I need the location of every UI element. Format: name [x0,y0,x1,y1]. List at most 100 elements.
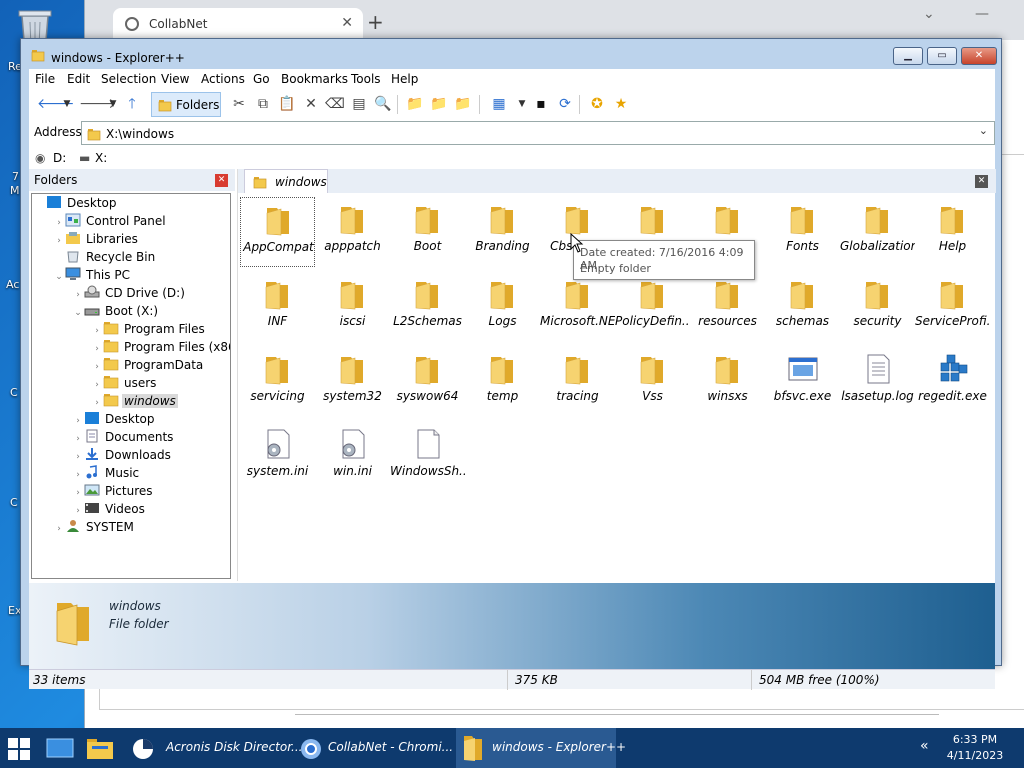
file-item[interactable]: L2Schemas [390,272,465,342]
menu-edit[interactable]: Edit [67,72,90,86]
file-item[interactable]: system32 [315,347,390,417]
task-view-icon[interactable] [46,738,74,758]
menu-selection[interactable]: Selection [101,72,156,86]
tree-item[interactable]: › Libraries [53,230,140,248]
file-item[interactable]: bfsvc.exe [765,347,840,417]
file-item[interactable]: Branding [465,197,540,267]
chrome-tab[interactable]: CollabNet ✕ [113,8,363,40]
windows-start-icon[interactable] [8,738,30,760]
file-item[interactable]: servicing [240,347,315,417]
move-to-icon[interactable]: 📁 [453,94,473,114]
file-item[interactable]: INF [240,272,315,342]
chevron-down-icon[interactable]: ⌄ [923,6,935,22]
tree-item[interactable]: › Videos [72,500,147,518]
file-item[interactable]: PolicyDefin... [615,272,690,342]
drive-x-button[interactable]: X: [95,151,107,165]
file-item[interactable]: win.ini [315,422,390,492]
tree-item[interactable]: › Control Panel [53,212,168,230]
file-item[interactable]: Microsoft.NET [540,272,615,342]
file-item[interactable]: Globalization [840,197,915,267]
close-icon[interactable]: ✕ [341,15,353,31]
drive-d-button[interactable]: D: [53,151,66,165]
paste-icon[interactable]: 📋 [277,94,297,114]
tree-item[interactable]: › Downloads [72,446,173,464]
tree-item[interactable]: › SYSTEM [53,518,136,536]
tree-item[interactable]: › users [91,374,158,392]
file-item[interactable]: Fonts [765,197,840,267]
close-tab-icon[interactable]: ✕ [975,175,988,188]
folders-toggle-button[interactable]: Folders [151,92,221,117]
views-icon[interactable]: ▦ [489,94,509,114]
tree-item[interactable]: › Program Files (x86) [91,338,230,356]
minimize-icon[interactable]: — [975,6,989,22]
file-item[interactable]: resources [690,272,765,342]
taskbar-app-chromium[interactable]: CollabNet - Chromi... [292,728,453,768]
back-dropdown-icon[interactable]: ▼ [62,94,72,114]
cut-icon[interactable]: ✂ [229,94,249,114]
tree-item[interactable]: › Desktop [72,410,157,428]
delete-permanently-icon[interactable]: ⌫ [325,94,345,114]
views-dropdown-icon[interactable]: ▼ [517,94,527,114]
menu-help[interactable]: Help [391,72,418,86]
taskbar-app-acronis[interactable]: Acronis Disk Director... [124,728,303,768]
chevron-down-icon[interactable]: ⌄ [53,268,65,286]
folder-tree[interactable]: Desktop › Control Panel › Libraries Recycle B… [31,193,231,579]
chevron-left-icon[interactable]: « [920,738,929,754]
desktop-icon-label[interactable]: Ac [6,278,19,291]
file-item[interactable]: AppCompat [240,197,315,267]
tree-item[interactable]: › Music [72,464,141,482]
command-prompt-icon[interactable]: ▪ [531,94,551,114]
file-item[interactable]: Vss [615,347,690,417]
add-bookmark-icon[interactable]: ✪ [587,94,607,114]
properties-icon[interactable]: ▤ [349,94,369,114]
file-item[interactable]: iscsi [315,272,390,342]
file-item[interactable]: syswow64 [390,347,465,417]
copy-to-icon[interactable]: 📁 [429,94,449,114]
file-item[interactable]: security [840,272,915,342]
file-item[interactable]: temp [465,347,540,417]
tree-item[interactable]: ⌄ Boot (X:) [72,302,160,320]
new-folder-icon[interactable]: 📁 [405,94,425,114]
desktop-icon-label[interactable]: C [10,386,18,399]
tree-item[interactable]: › Pictures [72,482,155,500]
menu-view[interactable]: View [161,72,189,86]
file-item[interactable]: ServiceProfi... [915,272,990,342]
menu-tools[interactable]: Tools [351,72,381,86]
desktop-icon-label[interactable]: M [10,184,20,197]
delete-icon[interactable]: ✕ [301,94,321,114]
close-button[interactable]: ✕ [961,47,997,65]
address-input[interactable]: X:\windows ⌄ [81,121,995,145]
chevron-down-icon[interactable]: ⌄ [72,304,84,322]
tree-item[interactable]: Desktop [34,194,119,212]
file-item[interactable]: winsxs [690,347,765,417]
up-icon[interactable]: 🡑 [122,94,142,114]
maximize-button[interactable]: ▭ [927,47,957,65]
file-item[interactable]: regedit.exe [915,347,990,417]
menu-actions[interactable]: Actions [201,72,245,86]
file-item[interactable]: WindowsSh... [390,422,465,492]
tree-item[interactable]: › windows [91,392,178,410]
file-item[interactable]: apppatch [315,197,390,267]
file-item[interactable]: lsasetup.log [840,347,915,417]
file-item[interactable]: schemas [765,272,840,342]
menu-bookmarks[interactable]: Bookmarks [281,72,348,86]
file-item[interactable]: tracing [540,347,615,417]
forward-icon[interactable]: 🡒 [79,94,117,114]
tab-windows[interactable]: windows [244,169,328,193]
bookmarks-icon[interactable]: ★ [611,94,631,114]
file-item[interactable]: Help [915,197,990,267]
desktop-icon-label[interactable]: C [10,496,18,509]
tree-item[interactable]: › CD Drive (D:) [72,284,187,302]
desktop-icon-label[interactable]: 7 [12,170,19,183]
tree-item[interactable]: › Documents [72,428,175,446]
tree-item[interactable]: › ProgramData [91,356,205,374]
menu-file[interactable]: File [35,72,55,86]
back-icon[interactable]: 🡐 [37,94,75,114]
new-tab-icon[interactable]: + [367,10,384,34]
minimize-button[interactable]: ▁ [893,47,923,65]
chevron-down-icon[interactable]: ⌄ [979,124,988,137]
search-icon[interactable]: 🔍 [373,94,393,114]
taskbar-app-explorerpp[interactable]: windows - Explorer++ [456,728,626,768]
file-explorer-icon[interactable] [86,736,114,760]
tree-item[interactable]: ⌄ This PC [53,266,132,284]
